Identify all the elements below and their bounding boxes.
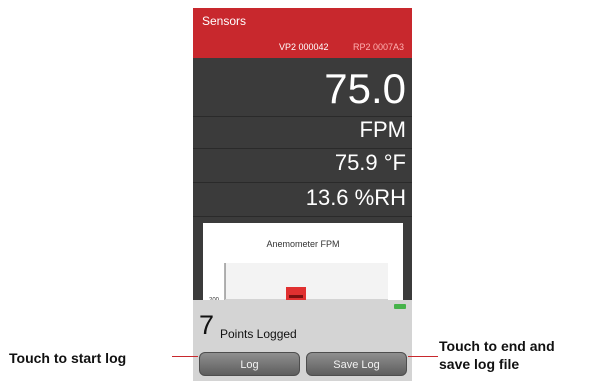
- points-label: Points Logged: [220, 327, 297, 341]
- save-log-button[interactable]: Save Log: [306, 352, 407, 376]
- app-bar: Sensors VP2 000042 RP2 0007A3: [193, 8, 412, 58]
- chart-title: Anemometer FPM: [266, 239, 339, 249]
- temperature-reading: 75.9 °F: [334, 150, 406, 175]
- divider: [193, 182, 412, 183]
- log-button[interactable]: Log: [199, 352, 300, 376]
- callout-end-save: Touch to end and save log file: [439, 337, 555, 373]
- callout-end-save-line2: save log file: [439, 356, 520, 372]
- callout-line-left: [172, 356, 198, 357]
- app-title: Sensors: [202, 14, 247, 28]
- points-count: 7: [199, 310, 215, 340]
- humidity-reading: 13.6 %RH: [305, 185, 406, 210]
- main-reading-value: 75.0: [324, 65, 406, 112]
- callout-end-save-line1: Touch to end and: [439, 338, 555, 354]
- tab-rp2[interactable]: RP2 0007A3: [353, 42, 404, 52]
- divider: [193, 216, 412, 217]
- battery-icon: [394, 304, 406, 309]
- bar-marker: [289, 295, 303, 298]
- callout-line-right: [408, 356, 438, 357]
- divider: [193, 148, 412, 149]
- logging-panel: 7 Points Logged Log Save Log: [193, 300, 412, 381]
- phone-screen: Sensors VP2 000042 RP2 0007A3 75.0 FPM 7…: [193, 8, 412, 381]
- callout-start-log: Touch to start log: [9, 350, 127, 366]
- tab-vp2[interactable]: VP2 000042: [279, 42, 329, 52]
- main-reading-unit: FPM: [359, 117, 406, 142]
